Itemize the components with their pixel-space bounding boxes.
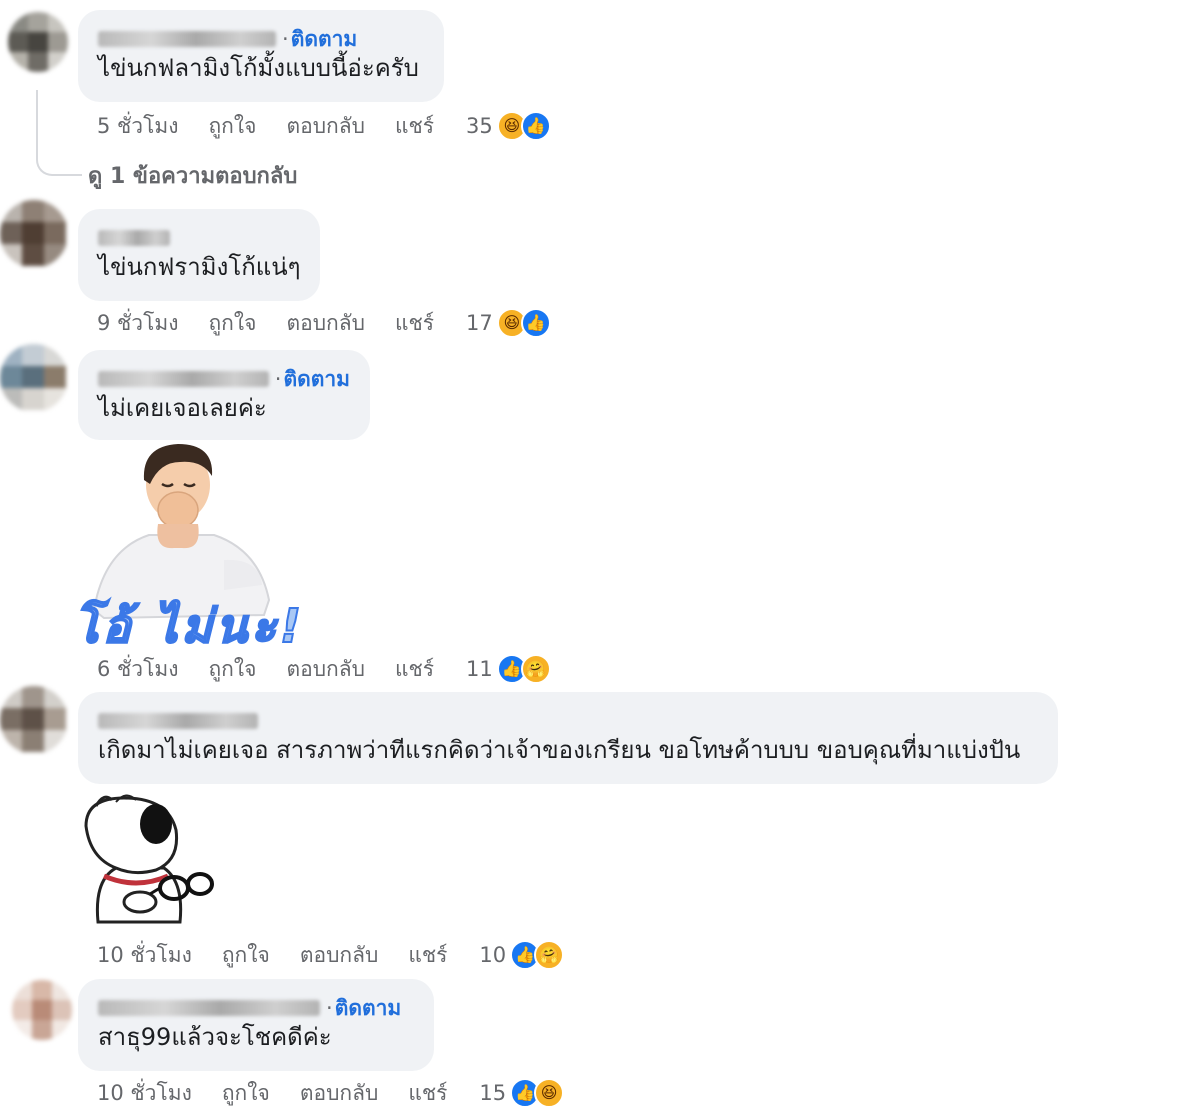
author-name[interactable] xyxy=(98,371,269,387)
reaction-summary[interactable]: 😆 👍 xyxy=(496,308,551,338)
comment-bubble: ·ติดตาม สาธุ99แล้วจะโชคดีค่ะ xyxy=(78,979,434,1071)
like-button[interactable]: ถูกใจ xyxy=(222,1077,270,1110)
comment-text: ไข่นกฟลามิงโก้มั้งแบบนี้อ่ะครับ xyxy=(98,54,419,82)
thread-line xyxy=(36,90,82,176)
comment-actions: 9 ชั่วโมง ถูกใจ ตอบกลับ แชร์ 17 😆 👍 xyxy=(97,307,551,339)
care-icon: 🤗 xyxy=(534,940,565,970)
like-button[interactable]: ถูกใจ xyxy=(208,307,256,340)
reaction-count[interactable]: 10 xyxy=(479,943,506,967)
sticker-image[interactable]: โอ้ ไม่นะ! xyxy=(73,440,302,654)
share-button[interactable]: แชร์ xyxy=(408,1077,447,1110)
reaction-count[interactable]: 17 xyxy=(466,311,493,335)
reaction-summary[interactable]: 👍 🤗 xyxy=(510,940,565,970)
share-button[interactable]: แชร์ xyxy=(395,653,434,686)
like-icon: 👍 xyxy=(520,308,551,338)
avatar[interactable] xyxy=(8,12,68,72)
like-icon: 👍 xyxy=(520,111,551,141)
reaction-summary[interactable]: 👍 🤗 xyxy=(496,654,551,684)
comment-actions: 10 ชั่วโมง ถูกใจ ตอบกลับ แชร์ 10 👍 🤗 xyxy=(97,939,565,972)
share-button[interactable]: แชร์ xyxy=(395,307,434,340)
comment-text: สาธุ99แล้วจะโชคดีค่ะ xyxy=(98,1023,332,1051)
comment-text: ไข่นกฟรามิงโก้แน่ๆ xyxy=(98,253,301,281)
author-name[interactable] xyxy=(98,230,170,246)
reaction-summary[interactable]: 😆 👍 xyxy=(496,111,551,141)
like-button[interactable]: ถูกใจ xyxy=(222,939,270,972)
reply-button[interactable]: ตอบกลับ xyxy=(300,1077,379,1110)
reply-button[interactable]: ตอบกลับ xyxy=(286,653,365,686)
timestamp-link[interactable]: 6 ชั่วโมง xyxy=(97,653,178,686)
comment-bubble: ·ติดตาม ไม่เคยเจอเลยค่ะ xyxy=(78,350,370,440)
author-name[interactable] xyxy=(98,31,276,47)
avatar[interactable] xyxy=(0,344,68,412)
reply-button[interactable]: ตอบกลับ xyxy=(300,939,379,972)
reply-button[interactable]: ตอบกลับ xyxy=(286,110,365,143)
avatar[interactable] xyxy=(12,980,72,1040)
haha-icon: 😆 xyxy=(534,1078,565,1108)
share-button[interactable]: แชร์ xyxy=(408,939,447,972)
reply-button[interactable]: ตอบกลับ xyxy=(286,307,365,340)
comment-text: ไม่เคยเจอเลยค่ะ xyxy=(98,394,267,422)
timestamp-link[interactable]: 9 ชั่วโมง xyxy=(97,307,178,340)
share-button[interactable]: แชร์ xyxy=(395,110,434,143)
sticker-image[interactable] xyxy=(76,790,216,930)
follow-link[interactable]: ·ติดตาม xyxy=(275,363,350,396)
comment-text: เกิดมาไม่เคยเจอ สารภาพว่าทีแรกคิดว่าเจ้า… xyxy=(98,736,1021,764)
like-button[interactable]: ถูกใจ xyxy=(208,653,256,686)
timestamp-link[interactable]: 10 ชั่วโมง xyxy=(97,939,192,972)
comment-actions: 6 ชั่วโมง ถูกใจ ตอบกลับ แชร์ 11 👍 🤗 xyxy=(97,653,551,685)
follow-link[interactable]: ·ติดตาม xyxy=(282,23,357,56)
comment-bubble: ·ติดตาม ไข่นกฟลามิงโก้มั้งแบบนี้อ่ะครับ xyxy=(78,10,444,102)
author-name[interactable] xyxy=(98,713,258,729)
author-name[interactable] xyxy=(98,1000,320,1016)
reaction-count[interactable]: 11 xyxy=(466,657,493,681)
comment-actions: 5 ชั่วโมง ถูกใจ ตอบกลับ แชร์ 35 😆 👍 xyxy=(97,110,551,142)
reaction-count[interactable]: 15 xyxy=(479,1081,506,1105)
view-replies-link[interactable]: ดู 1 ข้อความตอบกลับ xyxy=(88,158,297,193)
comment-bubble: ไข่นกฟรามิงโก้แน่ๆ xyxy=(78,209,320,301)
comment-bubble: เกิดมาไม่เคยเจอ สารภาพว่าทีแรกคิดว่าเจ้า… xyxy=(78,692,1058,784)
reaction-count[interactable]: 35 xyxy=(466,114,493,138)
timestamp-link[interactable]: 5 ชั่วโมง xyxy=(97,110,178,143)
avatar[interactable] xyxy=(0,686,68,754)
like-button[interactable]: ถูกใจ xyxy=(208,110,256,143)
comment-actions: 10 ชั่วโมง ถูกใจ ตอบกลับ แชร์ 15 👍 😆 xyxy=(97,1077,565,1110)
timestamp-link[interactable]: 10 ชั่วโมง xyxy=(97,1077,192,1110)
care-icon: 🤗 xyxy=(520,654,551,684)
avatar[interactable] xyxy=(0,200,68,268)
reaction-summary[interactable]: 👍 😆 xyxy=(510,1078,565,1108)
follow-link[interactable]: ·ติดตาม xyxy=(326,992,401,1025)
